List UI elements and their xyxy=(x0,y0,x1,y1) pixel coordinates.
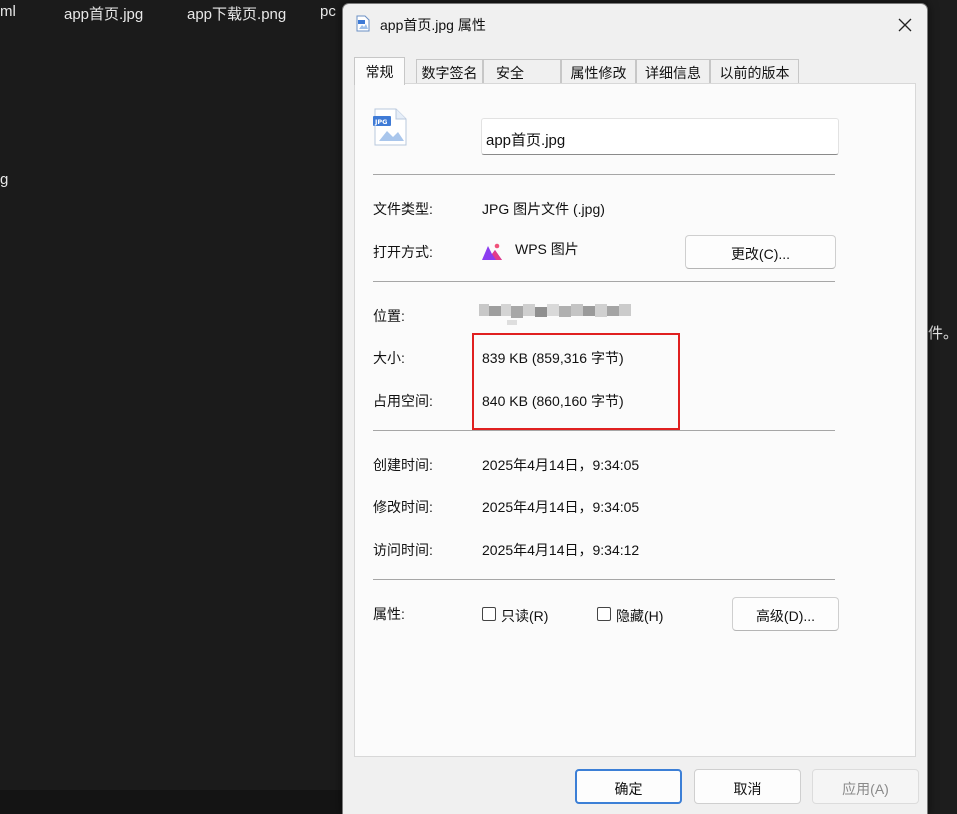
bg-bottom-strip xyxy=(0,790,342,814)
open-with-value: WPS 图片 xyxy=(515,241,579,257)
tab-details[interactable]: 详细信息 xyxy=(636,59,710,83)
hidden-checkbox[interactable] xyxy=(597,607,611,621)
bg-file-fragment-html[interactable]: ml xyxy=(0,3,16,20)
bg-right-panel xyxy=(928,0,957,814)
bg-file-app-download[interactable]: app下载页.png xyxy=(187,3,286,24)
created-label: 创建时间: xyxy=(373,457,433,473)
bg-fragment-left: g xyxy=(0,171,9,188)
created-value: 2025年4月14日，9:34:05 xyxy=(482,457,640,473)
dialog-titlebar[interactable]: app首页.jpg 属性 xyxy=(343,4,927,42)
readonly-checkbox[interactable] xyxy=(482,607,496,621)
highlight-box xyxy=(472,333,680,430)
change-button[interactable]: 更改(C)... xyxy=(685,235,836,269)
location-value-blurred xyxy=(479,304,631,325)
readonly-label[interactable]: 只读(R) xyxy=(501,606,548,626)
modified-value: 2025年4月14日，9:34:05 xyxy=(482,499,640,515)
separator xyxy=(373,430,835,431)
separator xyxy=(373,579,835,580)
tab-previous-versions[interactable]: 以前的版本 xyxy=(710,59,799,83)
advanced-button[interactable]: 高级(D)... xyxy=(732,597,839,631)
file-type-label: 文件类型: xyxy=(373,201,433,217)
size-label: 大小: xyxy=(373,350,405,366)
tab-attribute-modify[interactable]: 属性修改 xyxy=(561,59,636,83)
close-icon[interactable] xyxy=(892,12,918,38)
filename-input[interactable] xyxy=(481,118,839,155)
properties-dialog: app首页.jpg 属性 常规 数字签名 安全 属性修改 详细信息 以前的版本 … xyxy=(342,3,928,814)
accessed-value: 2025年4月14日，9:34:12 xyxy=(482,542,640,558)
bg-file-pc[interactable]: pc xyxy=(320,3,336,20)
separator xyxy=(373,174,835,175)
separator xyxy=(373,281,835,282)
open-with-label: 打开方式: xyxy=(373,244,433,260)
modified-label: 修改时间: xyxy=(373,499,433,515)
wps-picture-icon xyxy=(482,243,502,260)
hidden-label[interactable]: 隐藏(H) xyxy=(616,606,663,626)
file-type-value: JPG 图片文件 (.jpg) xyxy=(482,201,605,217)
bg-file-app-home[interactable]: app首页.jpg xyxy=(64,3,143,24)
accessed-label: 访问时间: xyxy=(373,542,433,558)
dialog-title: app首页.jpg 属性 xyxy=(380,17,486,33)
ok-button[interactable]: 确定 xyxy=(575,769,682,804)
tab-digital-signature[interactable]: 数字签名 xyxy=(416,59,483,83)
jpg-file-icon xyxy=(356,15,370,32)
tab-general[interactable]: 常规 xyxy=(354,57,405,85)
apply-button[interactable]: 应用(A) xyxy=(812,769,919,804)
svg-text:JPG: JPG xyxy=(374,118,388,126)
cancel-button[interactable]: 取消 xyxy=(694,769,801,804)
attributes-label: 属性: xyxy=(373,606,405,622)
size-on-disk-label: 占用空间: xyxy=(373,393,433,409)
general-panel: JPG 文件类型: JPG 图片文件 (.jpg) 打开方式: WPS 图片 更… xyxy=(354,83,916,757)
location-label: 位置: xyxy=(373,308,405,324)
bg-fragment-right: 件。 xyxy=(928,325,957,342)
tab-security[interactable]: 安全 xyxy=(483,59,561,83)
jpg-file-large-icon: JPG xyxy=(373,108,407,146)
